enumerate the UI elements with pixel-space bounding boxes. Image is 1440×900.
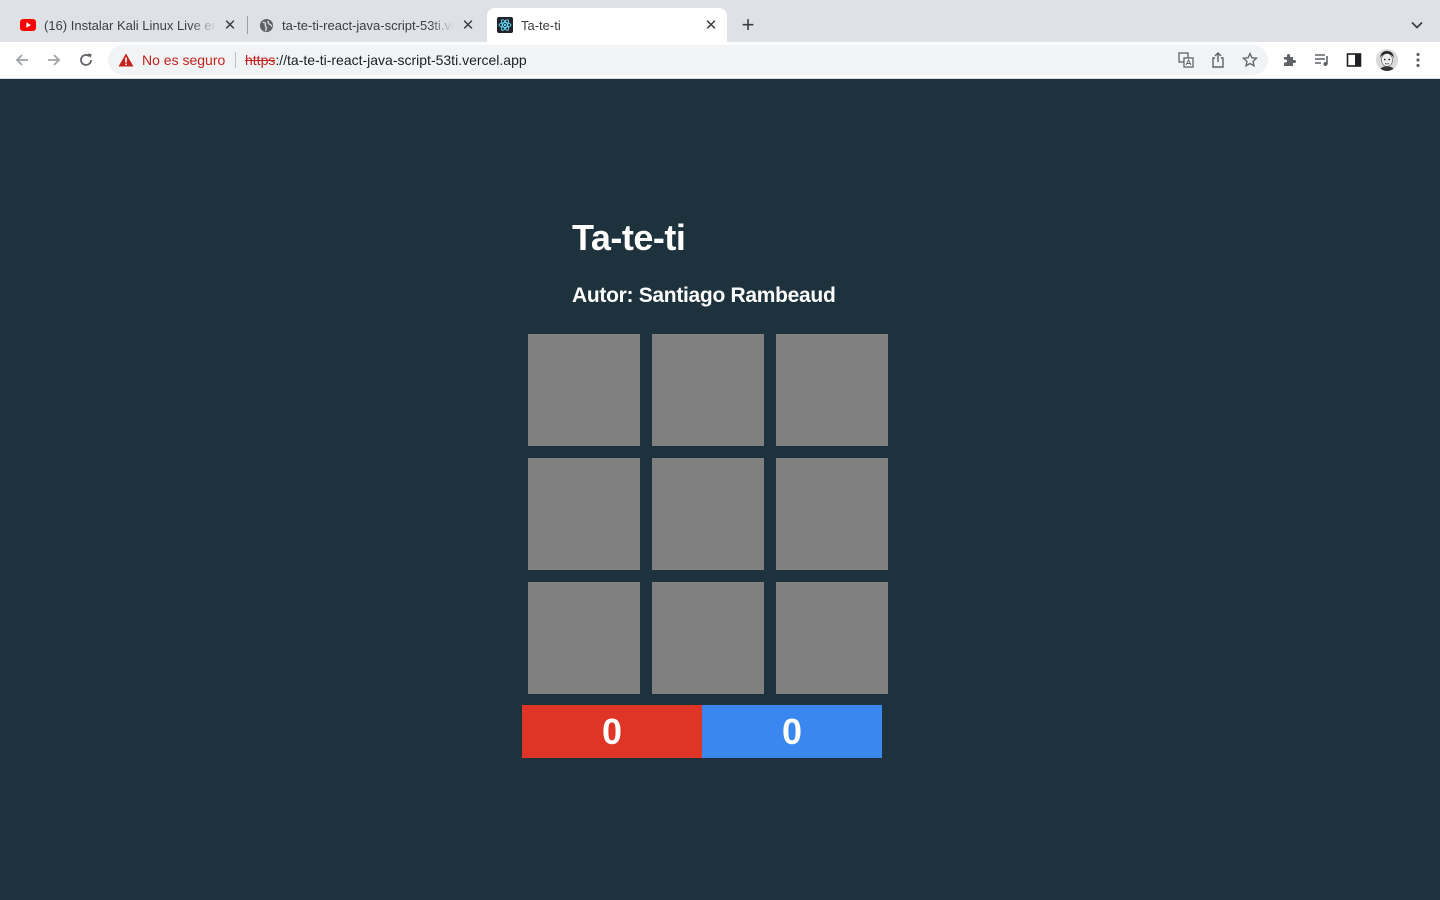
- share-icon[interactable]: [1209, 51, 1227, 69]
- board-cell[interactable]: [528, 334, 640, 446]
- board-cell[interactable]: [528, 458, 640, 570]
- globe-icon: [258, 17, 274, 33]
- url-host: ://ta-te-ti-react-java-script-53ti.verce…: [275, 52, 527, 68]
- close-tab-icon[interactable]: ✕: [703, 17, 719, 34]
- browser-menu-icon[interactable]: [1409, 51, 1427, 69]
- board-cell[interactable]: [652, 582, 764, 694]
- game-board: [528, 334, 888, 694]
- board-cell[interactable]: [652, 458, 764, 570]
- board-cell[interactable]: [528, 582, 640, 694]
- tab-tateti-active[interactable]: Ta-te-ti ✕: [487, 8, 727, 42]
- address-bar[interactable]: No es seguro https://ta-te-ti-react-java…: [108, 45, 1268, 75]
- security-label[interactable]: No es seguro: [142, 52, 225, 68]
- warning-icon[interactable]: [118, 53, 134, 67]
- translate-icon[interactable]: [1177, 51, 1195, 69]
- close-tab-icon[interactable]: ✕: [460, 17, 476, 34]
- board-cell[interactable]: [776, 458, 888, 570]
- extensions-puzzle-icon[interactable]: [1281, 51, 1299, 69]
- react-icon: [497, 17, 513, 33]
- tab-title: Ta-te-ti: [521, 17, 561, 33]
- youtube-icon: [20, 17, 36, 33]
- board-cell[interactable]: [776, 582, 888, 694]
- back-arrow-icon[interactable]: [12, 50, 32, 70]
- browser-toolbar: No es seguro https://ta-te-ti-react-java…: [0, 42, 1440, 79]
- tab-strip: (16) Instalar Kali Linux Live en USB ✕ t…: [0, 0, 1440, 42]
- tab-search-chevron-icon[interactable]: [1408, 16, 1426, 34]
- board-cell[interactable]: [652, 334, 764, 446]
- url-text[interactable]: https://ta-te-ti-react-java-script-53ti.…: [245, 52, 527, 68]
- author-label: Autor: Santiago Rambeaud: [572, 284, 836, 307]
- media-queue-icon[interactable]: [1313, 51, 1331, 69]
- close-tab-icon[interactable]: ✕: [222, 17, 238, 34]
- page-title: Ta-te-ti: [572, 217, 686, 258]
- new-tab-button[interactable]: +: [738, 14, 758, 36]
- side-panel-icon[interactable]: [1345, 51, 1363, 69]
- omnibox-divider: [235, 52, 236, 68]
- url-scheme: https: [245, 52, 276, 68]
- profile-avatar[interactable]: [1376, 49, 1398, 71]
- tab-title: (16) Instalar Kali Linux Live en USB: [44, 17, 216, 33]
- tab-divider: [247, 16, 248, 34]
- tab-vercel[interactable]: ta-te-ti-react-java-script-53ti.vercel.a…: [250, 8, 482, 42]
- player-o-score: 0: [702, 705, 882, 758]
- tab-youtube[interactable]: (16) Instalar Kali Linux Live en USB ✕: [12, 8, 244, 42]
- forward-arrow-icon[interactable]: [44, 50, 64, 70]
- player-x-score: 0: [522, 705, 702, 758]
- bookmark-star-icon[interactable]: [1241, 51, 1259, 69]
- reload-icon[interactable]: [76, 50, 96, 70]
- tab-title: ta-te-ti-react-java-script-53ti.vercel.a…: [282, 17, 454, 33]
- board-cell[interactable]: [776, 334, 888, 446]
